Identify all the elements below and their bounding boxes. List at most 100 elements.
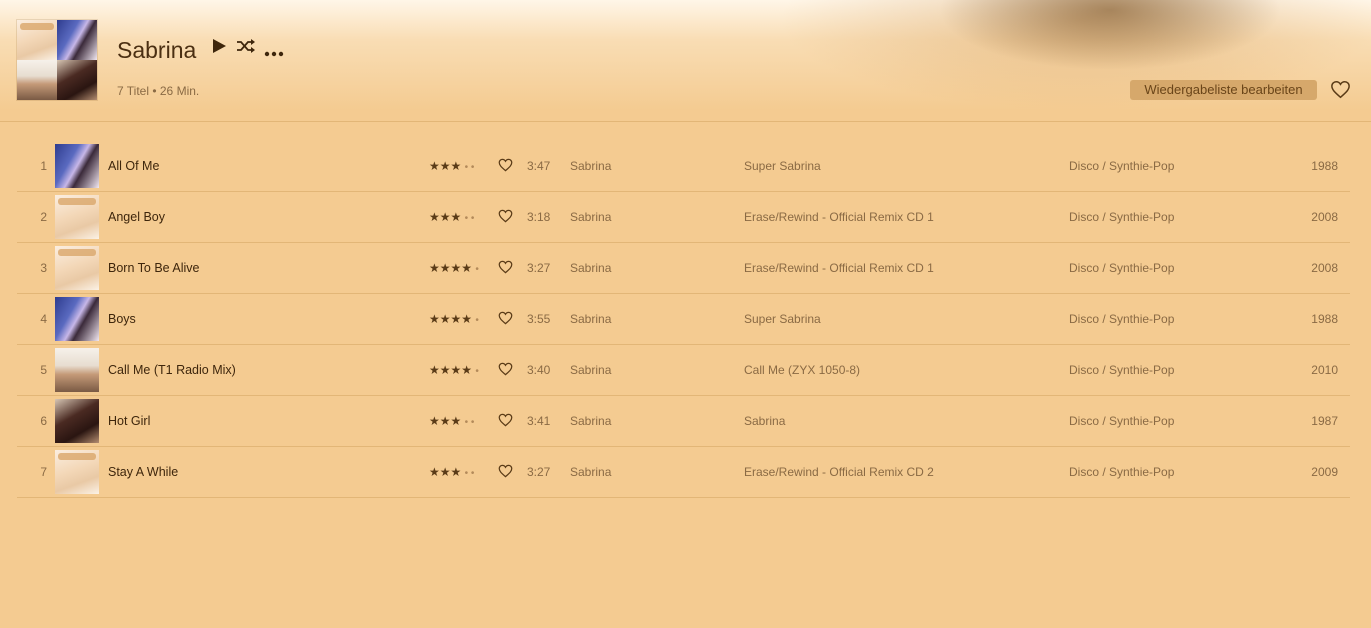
track-rating[interactable]: ★★★ • • [429, 396, 474, 448]
track-year: 1988 [1311, 312, 1338, 326]
play-icon [213, 39, 226, 53]
favorite-button[interactable] [1330, 80, 1351, 104]
table-row[interactable]: 4 Boys ★★★★ • 3:55 Sabrina Super Sabrina… [17, 294, 1350, 345]
album-art [55, 348, 99, 392]
table-row[interactable]: 6 Hot Girl ★★★ • • 3:41 Sabrina Sabrina … [17, 396, 1350, 447]
track-genre: Disco / Synthie-Pop [1069, 210, 1175, 224]
album-art [17, 20, 57, 60]
rating-dots: • • [464, 213, 475, 224]
track-album: Call Me (ZYX 1050-8) [744, 363, 861, 377]
track-genre: Disco / Synthie-Pop [1069, 465, 1175, 479]
love-button[interactable] [498, 311, 513, 328]
play-button[interactable] [211, 38, 227, 59]
track-artist: Sabrina [570, 465, 612, 479]
track-album: Erase/Rewind - Official Remix CD 2 [744, 465, 934, 479]
playlist-header: Sabrina 7 Titel • 26 Min. Wiedergabelist… [0, 0, 1371, 122]
table-row[interactable]: 2 Angel Boy ★★★ • • 3:18 Sabrina Erase/R… [17, 192, 1350, 243]
rating-dots: • [475, 315, 479, 326]
love-button[interactable] [498, 209, 513, 226]
track-artwork [55, 399, 99, 443]
track-number: 2 [40, 210, 47, 224]
track-duration: 3:27 [527, 465, 551, 479]
track-number: 6 [40, 414, 47, 428]
heart-icon [498, 362, 513, 376]
track-album: Sabrina [744, 414, 786, 428]
heart-icon [498, 413, 513, 427]
track-genre: Disco / Synthie-Pop [1069, 363, 1175, 377]
table-row[interactable]: 5 Call Me (T1 Radio Mix) ★★★★ • 3:40 Sab… [17, 345, 1350, 396]
track-duration: 3:27 [527, 261, 551, 275]
rating-dots: • • [464, 417, 475, 428]
track-artwork [55, 297, 99, 341]
track-year: 2008 [1311, 261, 1338, 275]
playlist-artwork [17, 20, 97, 100]
love-button[interactable] [498, 464, 513, 481]
page-title: Sabrina [117, 37, 197, 63]
heart-icon [1331, 80, 1350, 99]
shuffle-button[interactable] [236, 38, 256, 59]
track-title: Boys [108, 312, 136, 326]
track-album: Super Sabrina [744, 159, 821, 173]
track-title: Stay A While [108, 465, 179, 479]
track-genre: Disco / Synthie-Pop [1069, 312, 1175, 326]
rating-stars: ★★★ [429, 210, 462, 224]
track-rating[interactable]: ★★★★ • [429, 345, 479, 397]
track-rating[interactable]: ★★★ • • [429, 447, 474, 499]
track-number: 7 [40, 465, 47, 479]
track-duration: 3:41 [527, 414, 551, 428]
track-artist: Sabrina [570, 312, 612, 326]
rating-stars: ★★★★ [429, 261, 473, 275]
rating-dots: • • [464, 162, 475, 173]
heart-icon [498, 209, 513, 223]
track-album: Erase/Rewind - Official Remix CD 1 [744, 210, 934, 224]
track-title: Hot Girl [108, 414, 151, 428]
rating-dots: • • [464, 468, 475, 479]
track-genre: Disco / Synthie-Pop [1069, 159, 1175, 173]
table-row[interactable]: 1 All Of Me ★★★ • • 3:47 Sabrina Super S… [17, 141, 1350, 192]
album-art [55, 297, 99, 341]
rating-stars: ★★★ [429, 159, 462, 173]
album-art [55, 144, 99, 188]
track-year: 2009 [1311, 465, 1338, 479]
love-button[interactable] [498, 260, 513, 277]
more-button[interactable] [264, 44, 284, 62]
playlist-info: 7 Titel • 26 Min. [117, 84, 200, 98]
rating-stars: ★★★ [429, 465, 462, 479]
track-artwork [55, 246, 99, 290]
track-duration: 3:40 [527, 363, 551, 377]
track-album: Erase/Rewind - Official Remix CD 1 [744, 261, 934, 275]
track-year: 1988 [1311, 159, 1338, 173]
track-title: Born To Be Alive [108, 261, 200, 275]
track-artwork [55, 348, 99, 392]
track-rating[interactable]: ★★★ • • [429, 192, 474, 244]
track-rating[interactable]: ★★★ • • [429, 141, 474, 193]
edit-playlist-button[interactable]: Wiedergabeliste bearbeiten [1130, 80, 1317, 100]
rating-stars: ★★★★ [429, 312, 473, 326]
table-row[interactable]: 3 Born To Be Alive ★★★★ • 3:27 Sabrina E… [17, 243, 1350, 294]
track-title: Call Me (T1 Radio Mix) [108, 363, 236, 377]
track-duration: 3:47 [527, 159, 551, 173]
track-rating[interactable]: ★★★★ • [429, 243, 479, 295]
track-artwork [55, 144, 99, 188]
track-number: 3 [40, 261, 47, 275]
love-button[interactable] [498, 158, 513, 175]
track-artist: Sabrina [570, 210, 612, 224]
heart-icon [498, 260, 513, 274]
track-rating[interactable]: ★★★★ • [429, 294, 479, 346]
love-button[interactable] [498, 362, 513, 379]
album-art [17, 60, 57, 100]
album-art [57, 60, 97, 100]
table-row[interactable]: 7 Stay A While ★★★ • • 3:27 Sabrina Eras… [17, 447, 1350, 498]
heart-icon [498, 311, 513, 325]
rating-stars: ★★★★ [429, 363, 473, 377]
shuffle-icon [237, 39, 255, 53]
love-button[interactable] [498, 413, 513, 430]
track-title: Angel Boy [108, 210, 165, 224]
heart-icon [498, 464, 513, 478]
track-artwork [55, 450, 99, 494]
track-list: 1 All Of Me ★★★ • • 3:47 Sabrina Super S… [17, 141, 1350, 498]
track-year: 2010 [1311, 363, 1338, 377]
track-artist: Sabrina [570, 261, 612, 275]
track-artist: Sabrina [570, 159, 612, 173]
track-artwork [55, 195, 99, 239]
